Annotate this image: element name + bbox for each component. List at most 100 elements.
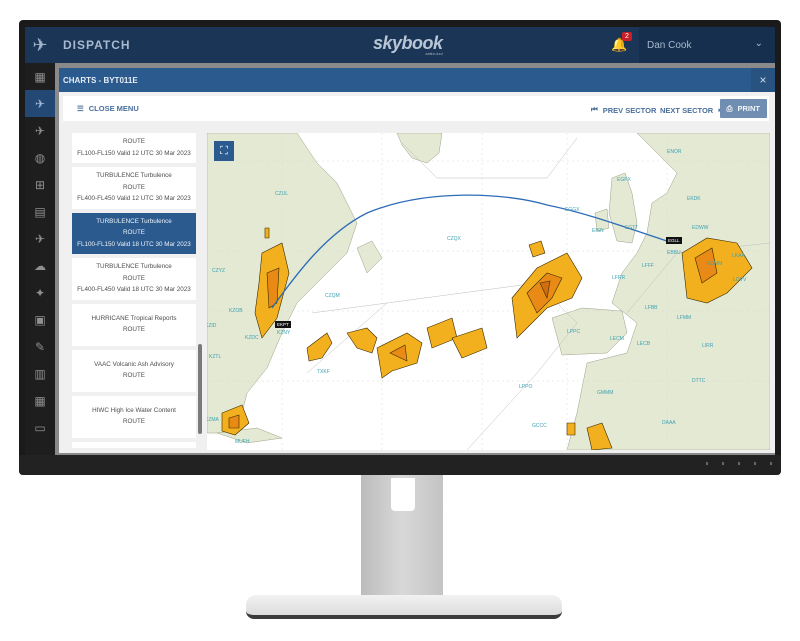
printer-icon: ⎙	[726, 103, 733, 113]
fir-label: LPPC	[567, 329, 581, 335]
prev-sector-button[interactable]: ⏮ PREV SECTOR	[591, 105, 656, 115]
table-icon: ▦	[34, 393, 46, 408]
modal-title: CHARTS - BYT011E	[63, 75, 138, 85]
clipboard-edit-icon: ✎	[34, 339, 46, 354]
fir-label: KZID	[207, 323, 217, 329]
plane-icon: ✈	[34, 96, 46, 111]
chart-list-item-line: ROUTE	[122, 326, 146, 333]
print-button[interactable]: ⎙ PRINT	[719, 99, 767, 118]
chart-list-item[interactable]: HIWC High Ice Water Content ROUTE	[72, 395, 196, 438]
fir-label: LKAA	[732, 253, 745, 259]
list-scrollbar[interactable]	[198, 344, 202, 434]
skybook-logo: skybook aviation cloud	[373, 33, 443, 56]
chart-list-item[interactable]: HURRICANE Tropical Reports ROUTE	[72, 303, 196, 346]
fir-label: ENOR	[667, 149, 682, 155]
fir-label: CZQM	[325, 293, 340, 299]
chart-list-item-line: HURRICANE Tropical Reports	[91, 314, 177, 322]
rail-item-monitor[interactable]: ▭	[25, 414, 55, 441]
charts-modal: CHARTS - BYT011E × ☰ CLOSE MENU ⏮ PREV S…	[55, 63, 775, 455]
chart-list-item[interactable]: LIGHTNING LightningROUTE	[72, 441, 196, 448]
chart-list-item[interactable]: TURBULENCE Turbulence ROUTE FL400-FL450 Va…	[72, 167, 196, 209]
close-menu-label: CLOSE MENU	[88, 104, 139, 113]
pin-icon: ✦	[34, 285, 46, 300]
rail-item-presentation[interactable]: ⊞	[25, 171, 55, 198]
rail-item-gauge[interactable]: ◍	[25, 144, 55, 171]
fir-label: EGPX	[617, 177, 631, 183]
user-menu[interactable]: Dan Cook ⌄	[639, 27, 775, 63]
prev-sector-label: PREV SECTOR	[602, 105, 657, 115]
close-button[interactable]: ×	[751, 68, 775, 92]
chevron-down-icon: ⌄	[754, 38, 763, 49]
rail-item-table[interactable]: ▦	[25, 387, 55, 414]
next-sector-button[interactable]: NEXT SECTOR ⏭	[660, 105, 725, 115]
planes-icon: ✈	[34, 123, 46, 138]
rail-item-weather[interactable]: ☁	[25, 252, 55, 279]
logo-text: skybook	[373, 33, 443, 53]
app-title: DISPATCH	[63, 38, 131, 52]
chart-list-item[interactable]: TURBULENCE Turbulence ROUTE FL400-FL450 Va…	[72, 258, 196, 300]
fir-label: CZYZ	[212, 268, 226, 274]
fir-label: EGTT	[625, 225, 639, 231]
rail-item-planes-alt[interactable]: ✈	[25, 225, 55, 252]
safe-icon: ▣	[34, 312, 46, 327]
rail-item-grid[interactable]: ▦	[25, 63, 55, 90]
map-canvas	[207, 133, 770, 450]
nav-rail: ▦ ✈ ✈ ◍ ⊞ ▤ ✈ ☁ ✦ ▣ ✎ ▥ ▦ ▭	[25, 63, 55, 455]
fir-label: CZQX	[447, 236, 461, 242]
print-label: PRINT	[737, 104, 761, 113]
fir-label: LOVV	[733, 277, 747, 283]
chart-list-item[interactable]: ROUTE FL100-FL150 Valid 12 UTC 30 Mar 202…	[72, 133, 196, 163]
fullscreen-button[interactable]: ⛶	[214, 141, 234, 161]
chart-toolbar: ☰ CLOSE MENU ⏮ PREV SECTOR NEXT SECTOR ⏭…	[63, 96, 769, 121]
hamburger-icon: ☰	[77, 104, 84, 113]
fir-label: KZOB	[229, 308, 243, 314]
chart-list-item-line: FL400-FL450 Valid 18 UTC 30 Mar 2023	[77, 286, 191, 293]
fir-label: GMMM	[597, 390, 614, 396]
rail-item-bar-chart[interactable]: ▥	[25, 360, 55, 387]
fir-label: KZTL	[209, 354, 222, 360]
rail-item-clipboard-edit[interactable]: ✎	[25, 333, 55, 360]
close-icon: ×	[759, 73, 767, 87]
greenland-land	[396, 133, 443, 164]
modal-header: CHARTS - BYT011E ×	[59, 68, 775, 92]
next-sector-label: NEXT SECTOR	[660, 105, 714, 115]
chart-list: ROUTE FL100-FL150 Valid 12 UTC 30 Mar 202…	[72, 133, 196, 448]
fir-label: EDWW	[692, 225, 709, 231]
weather-map[interactable]: ⛶ EKPT EGLL CZUL CZQX CZYZ CZQM KZOB KZNY KZID…	[207, 133, 770, 450]
fir-label: LFMM	[677, 315, 692, 321]
chart-list-item-line: FL100-FL150 Valid 12 UTC 30 Mar 2023	[77, 149, 191, 157]
fir-label: DTTC	[692, 378, 706, 384]
chart-list-item-line: ROUTE	[122, 274, 146, 282]
monitor: ✈ DISPATCH skybook aviation cloud 🔔 2 Dan…	[0, 0, 800, 641]
origin-airport-tag[interactable]: EKPT	[275, 321, 291, 328]
chart-list-item-line: ROUTE	[122, 229, 146, 236]
fir-label: LIRR	[702, 343, 714, 349]
monitor-base	[246, 595, 562, 619]
rail-item-safe[interactable]: ▣	[25, 306, 55, 333]
chart-list-item-line: VAAC Volcanic Ash Advisory	[94, 360, 174, 368]
fir-label: LFRR	[612, 275, 626, 281]
chart-list-item-line: FL400-FL450 Valid 12 UTC 30 Mar 2023	[77, 195, 191, 202]
rail-item-cabinet[interactable]: ▤	[25, 198, 55, 225]
chart-list-item[interactable]: TURBULENCE Turbulence ROUTE FL100-FL150 Va…	[72, 212, 196, 254]
rail-item-pin[interactable]: ✦	[25, 279, 55, 306]
chart-list-item[interactable]: VAAC Volcanic Ash Advisory ROUTE	[72, 349, 196, 392]
expand-icon: ⛶	[220, 144, 228, 157]
uk-land	[608, 172, 638, 244]
rail-item-planes[interactable]: ✈	[25, 117, 55, 144]
fir-label: GCCC	[532, 423, 547, 429]
fir-label: EKDK	[687, 196, 701, 202]
skip-back-icon: ⏮	[591, 105, 598, 114]
cabinet-icon: ▤	[34, 204, 46, 219]
fir-label: MUFH	[235, 439, 250, 445]
destination-airport-tag[interactable]: EGLL	[666, 237, 682, 244]
plane-icon[interactable]: ✈	[25, 27, 55, 63]
close-menu-button[interactable]: ☰ CLOSE MENU	[77, 104, 139, 113]
rail-item-plane[interactable]: ✈	[25, 90, 55, 117]
fir-label: KZMA	[207, 417, 219, 423]
modal-body: ☰ CLOSE MENU ⏮ PREV SECTOR NEXT SECTOR ⏭…	[59, 92, 775, 453]
grid-icon: ▦	[34, 69, 46, 84]
gauge-icon: ◍	[34, 150, 46, 165]
fir-label: KZDC	[245, 335, 259, 341]
notification-badge: 2	[622, 32, 632, 41]
